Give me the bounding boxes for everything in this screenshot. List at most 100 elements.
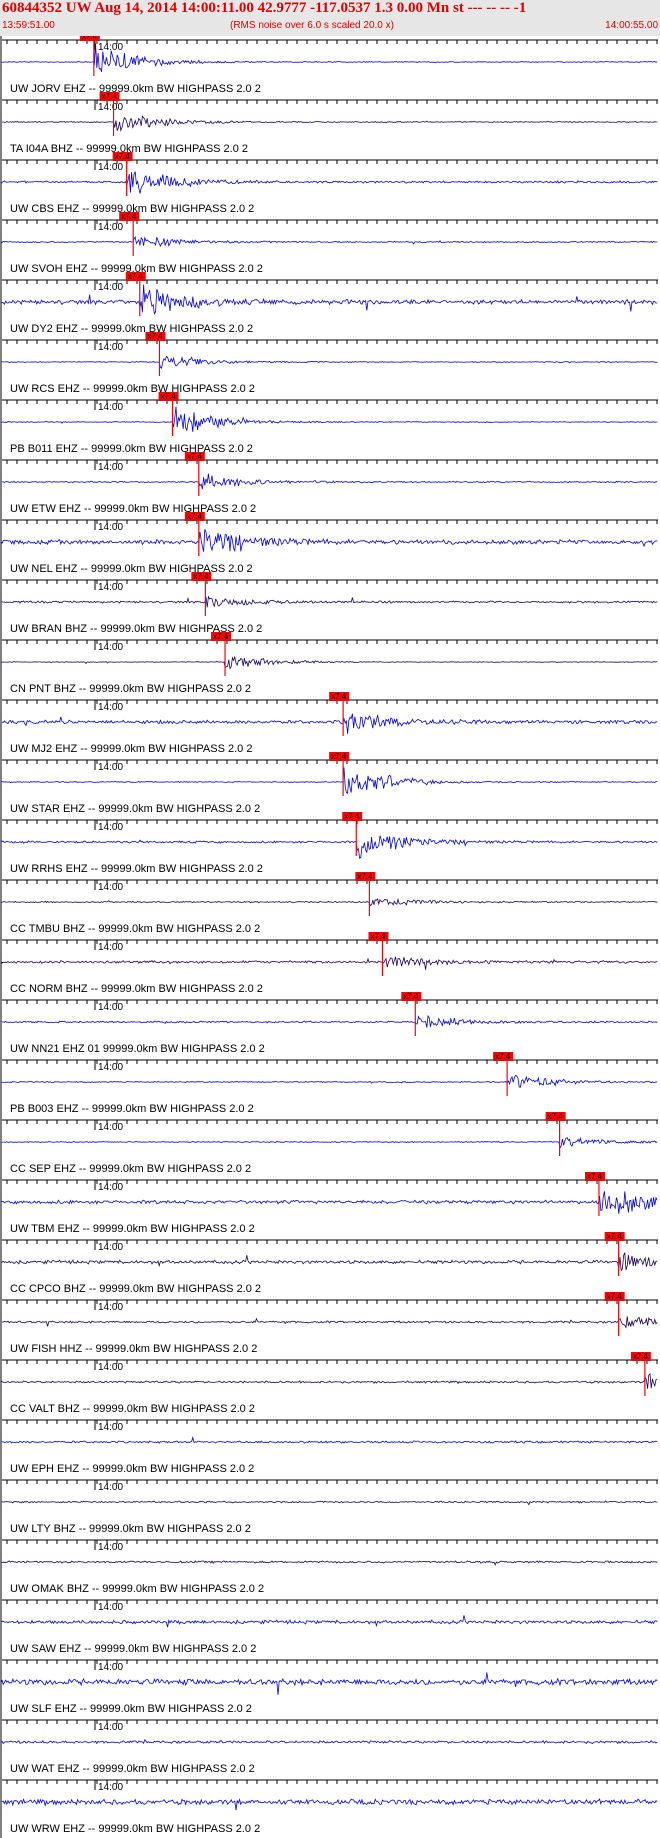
trace-label: UW DY2 EHZ -- 99999.0km BW HIGHPASS 2.0 … [10,323,253,335]
waveform-trace [1,235,658,247]
minute-tick-label: 14:00 [98,942,123,953]
waveform-trace [1,171,658,194]
waveform-trace [1,595,658,608]
waveform-trace [1,1074,658,1088]
waveform-trace [1,956,658,970]
waveform-trace [1,835,658,860]
rms-note-label: (RMS noise over 6.0 s scaled 20.0 x) [230,20,394,31]
minute-tick-label: 14:00 [98,402,123,413]
event-title: 60844352 UW Aug 14, 2014 14:00:11.00 42.… [2,0,527,16]
waveform-trace [1,1615,658,1628]
minute-tick-label: 14:00 [98,1422,123,1433]
minute-tick-label: 14:00 [98,1722,123,1733]
trace-label: CC TMBU BHZ -- 99999.0km BW HIGHPASS 2.0… [10,923,260,935]
minute-tick-label: 14:00 [98,1542,123,1553]
waveform-trace [1,1373,658,1389]
minute-tick-label: 14:00 [98,1182,123,1193]
pick-marker-label: x7.4 [495,1052,511,1061]
trace-label: UW ETW EHZ -- 99999.0km BW HIGHPASS 2.0 … [10,503,256,515]
minute-tick-label: 14:00 [98,102,123,113]
waveform-trace [1,355,658,369]
header-bar: 60844352 UW Aug 14, 2014 14:00:11.00 42.… [0,0,660,36]
pick-marker-label: x7.4 [187,452,203,461]
waveform-trace [1,1560,658,1566]
trace-label: UW FISH HHZ -- 99999.0km BW HIGHPASS 2.0… [10,1343,257,1355]
minute-tick-label: 14:00 [98,702,123,713]
pick-marker-label: x7.4 [587,1172,603,1181]
trace-label: CC CPCO BHZ -- 99999.0km BW HIGHPASS 2.0… [10,1283,261,1295]
pick-marker-label: x7.4 [187,512,203,521]
minute-tick-label: 14:00 [98,462,123,473]
trace-label: UW EPH EHZ -- 99999.0km BW HIGHPASS 2.0 … [10,1463,254,1475]
trace-label: UW OMAK BHZ -- 99999.0km BW HIGHPASS 2.0… [10,1583,264,1595]
pick-marker-label: x7.4 [344,812,360,821]
waveform-trace [1,1672,658,1695]
trace-label: UW SAW EHZ -- 99999.0km BW HIGHPASS 2.0 … [10,1643,256,1655]
waveform-trace [1,655,658,670]
minute-tick-label: 14:00 [98,1122,123,1133]
pick-marker-label: x7.4 [633,1352,649,1361]
minute-tick-label: 14:00 [98,582,123,593]
minute-tick-label: 14:00 [98,222,123,233]
trace-label: UW LTY BHZ -- 99999.0km BW HIGHPASS 2.0 … [10,1523,251,1535]
trace-label: UW RCS EHZ -- 99999.0km BW HIGHPASS 2.0 … [10,383,255,395]
minute-tick-label: 14:00 [98,1602,123,1613]
pick-marker-label: x7.4 [403,992,419,1001]
trace-label: UW MJ2 EHZ -- 99999.0km BW HIGHPASS 2.0 … [10,743,252,755]
pick-marker-label: x7.4 [607,1232,623,1241]
pick-marker-label: x7.4 [82,36,98,41]
waveform-trace [1,1797,658,1811]
pick-marker-label: x7.4 [121,212,137,221]
waveform-trace [1,1739,658,1745]
minute-tick-label: 14:00 [98,882,123,893]
minute-tick-label: 14:00 [98,1302,123,1313]
pick-marker-label: x7.4 [331,692,347,701]
trace-label: CN PNT BHZ -- 99999.0km BW HIGHPASS 2.0 … [10,683,251,695]
trace-label: UW WAT EHZ -- 99999.0km BW HIGHPASS 2.0 … [10,1763,255,1775]
trace-label: UW RRHS EHZ -- 99999.0km BW HIGHPASS 2.0… [10,863,263,875]
trace-label: UW JORV EHZ -- 99999.0km BW HIGHPASS 2.0… [10,83,261,95]
pick-marker-label: x7.4 [193,572,209,581]
minute-tick-label: 14:00 [98,1662,123,1673]
pick-marker-label: x7.4 [115,152,131,161]
pick-marker-label: x7.4 [161,392,177,401]
minute-tick-label: 14:00 [98,42,123,53]
minute-tick-label: 14:00 [98,282,123,293]
waveform-trace [1,1191,658,1214]
trace-label: UW NN21 EHZ 01 99999.0km BW HIGHPASS 2.0… [10,1043,265,1055]
pick-marker-label: x7.4 [213,632,229,641]
trace-label: UW TBM EHZ -- 99999.0km BW HIGHPASS 2.0 … [10,1223,255,1235]
minute-tick-label: 14:00 [98,822,123,833]
waveform-trace [1,473,658,490]
waveform-trace [1,1316,658,1329]
waveform-trace [1,713,658,734]
minute-tick-label: 14:00 [98,162,123,173]
minute-tick-label: 14:00 [98,1242,123,1253]
pick-marker-label: x7.4 [548,1112,564,1121]
minute-tick-label: 14:00 [98,522,123,533]
waveform-trace [1,897,658,907]
pick-marker-label: x7.4 [370,932,386,941]
minute-tick-label: 14:00 [98,762,123,773]
seismogram-plot: 14:00x7.4UW JORV EHZ -- 99999.0km BW HIG… [0,36,658,1838]
pick-marker-label: x7.4 [147,332,163,341]
minute-tick-label: 14:00 [98,1062,123,1073]
trace-label: PB B003 EHZ -- 99999.0km BW HIGHPASS 2.0… [10,1103,254,1115]
waveform-trace [1,1500,658,1506]
start-time-label: 13:59:51.00 [2,20,55,31]
waveform-trace [2,115,658,132]
trace-label: UW STAR EHZ -- 99999.0km BW HIGHPASS 2.0… [10,803,260,815]
waveform-trace [1,1136,658,1149]
waveform-trace [1,1252,658,1272]
end-time-label: 14:00:55.00 [605,20,658,31]
minute-tick-label: 14:00 [98,1362,123,1373]
trace-label: CC SEP EHZ -- 99999.0km BW HIGHPASS 2.0 … [10,1163,251,1175]
trace-label: UW NEL EHZ -- 99999.0km BW HIGHPASS 2.0 … [10,563,253,575]
waveform-trace [1,1435,658,1444]
minute-tick-label: 14:00 [98,1782,123,1793]
trace-label: UW WRW EHZ -- 99999.0km BW HIGHPASS 2.0 … [10,1823,260,1835]
pick-marker-label: x7.4 [128,272,144,281]
pick-marker-label: x7.4 [331,752,347,761]
pick-marker-label: x7.4 [607,1292,623,1301]
pick-marker-label: x7.4 [102,92,118,101]
